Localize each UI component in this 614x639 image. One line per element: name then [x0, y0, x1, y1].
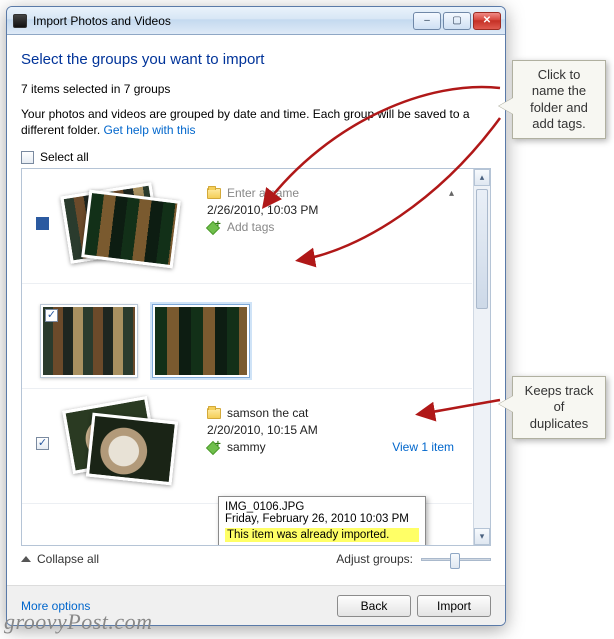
add-tags-input[interactable]: Add tags [227, 220, 274, 234]
view-items-link[interactable]: View 1 item [392, 440, 458, 454]
chevron-up-icon [21, 556, 31, 562]
adjust-groups-slider[interactable] [421, 558, 491, 561]
import-button[interactable]: Import [417, 595, 491, 617]
photo-thumb [86, 413, 178, 486]
list-footer: Collapse all Adjust groups: [21, 552, 491, 566]
heading: Select the groups you want to import [21, 51, 491, 68]
group-thumbnail-stack[interactable] [59, 183, 189, 273]
description-text: Your photos and videos are grouped by da… [21, 107, 470, 137]
group-meta: Enter a name ▴ 2/26/2010, 10:03 PM Add t… [207, 183, 458, 237]
slider-thumb[interactable] [450, 553, 460, 569]
watermark: groovyPost.com [4, 609, 153, 635]
group-item: samson the cat 2/20/2010, 10:15 AM sammy… [22, 389, 472, 504]
scroll-thumb[interactable] [476, 189, 488, 309]
maximize-button[interactable]: ▢ [443, 12, 471, 30]
import-window: Import Photos and Videos – ▢ ✕ Select th… [6, 6, 506, 626]
window-body: Select the groups you want to import 7 i… [7, 35, 505, 625]
folder-icon [207, 408, 221, 419]
group-name-input[interactable]: samson the cat [227, 406, 308, 420]
group-name-input[interactable]: Enter a name [227, 186, 299, 200]
group-timestamp: 2/20/2010, 10:15 AM [207, 423, 318, 437]
group-expanded: IMG_0106.JPG Friday, February 26, 2010 1… [22, 284, 472, 389]
help-link[interactable]: Get help with this [104, 123, 196, 137]
group-checkbox[interactable] [36, 217, 49, 230]
description: Your photos and videos are grouped by da… [21, 106, 491, 138]
photo-thumb[interactable] [40, 304, 138, 378]
titlebar: Import Photos and Videos – ▢ ✕ [7, 7, 505, 35]
back-button[interactable]: Back [337, 595, 411, 617]
window-title: Import Photos and Videos [33, 14, 413, 28]
tag-icon [207, 440, 221, 454]
select-all-label: Select all [40, 150, 89, 164]
selection-status: 7 items selected in 7 groups [21, 82, 491, 96]
group-timestamp: 2/26/2010, 10:03 PM [207, 203, 318, 217]
callout-tail-icon [499, 396, 513, 412]
group-item: Enter a name ▴ 2/26/2010, 10:03 PM Add t… [22, 169, 472, 284]
scroll-area: Enter a name ▴ 2/26/2010, 10:03 PM Add t… [22, 169, 472, 545]
photo-thumb[interactable] [152, 304, 250, 378]
window-buttons: – ▢ ✕ [413, 12, 501, 30]
thumb-tooltip: IMG_0106.JPG Friday, February 26, 2010 1… [218, 496, 426, 545]
group-tag-text[interactable]: sammy [227, 440, 266, 454]
select-all-checkbox[interactable] [21, 151, 34, 164]
tooltip-date: Friday, February 26, 2010 10:03 PM [225, 513, 419, 525]
adjust-groups: Adjust groups: [336, 552, 491, 566]
minimize-button[interactable]: – [413, 12, 441, 30]
scrollbar[interactable]: ▴ ▾ [473, 169, 490, 545]
thumb-checkbox[interactable] [45, 309, 58, 322]
callout-duplicates: Keeps track of duplicates [512, 376, 606, 439]
tooltip-duplicate-warning: This item was already imported. [225, 528, 419, 542]
photo-thumb-img [155, 307, 247, 375]
photo-thumb [81, 190, 181, 269]
close-button[interactable]: ✕ [473, 12, 501, 30]
scroll-up-button[interactable]: ▴ [474, 169, 490, 186]
group-meta: samson the cat 2/20/2010, 10:15 AM sammy… [207, 403, 458, 457]
callout-tail-icon [499, 98, 513, 114]
adjust-groups-label: Adjust groups: [336, 552, 413, 566]
select-all-row: Select all [21, 150, 491, 164]
collapse-all-label: Collapse all [37, 552, 99, 566]
group-checkbox[interactable] [36, 437, 49, 450]
groups-list: Enter a name ▴ 2/26/2010, 10:03 PM Add t… [21, 168, 491, 546]
scroll-down-button[interactable]: ▾ [474, 528, 490, 545]
collapse-all-button[interactable]: Collapse all [21, 552, 99, 566]
tooltip-filename: IMG_0106.JPG [225, 501, 419, 513]
collapse-group-icon[interactable]: ▴ [449, 188, 458, 199]
callout-naming: Click to name the folder and add tags. [512, 60, 606, 139]
folder-icon [207, 188, 221, 199]
tag-add-icon [207, 220, 221, 234]
group-thumbnail-stack[interactable] [59, 403, 189, 493]
device-icon [13, 14, 27, 28]
